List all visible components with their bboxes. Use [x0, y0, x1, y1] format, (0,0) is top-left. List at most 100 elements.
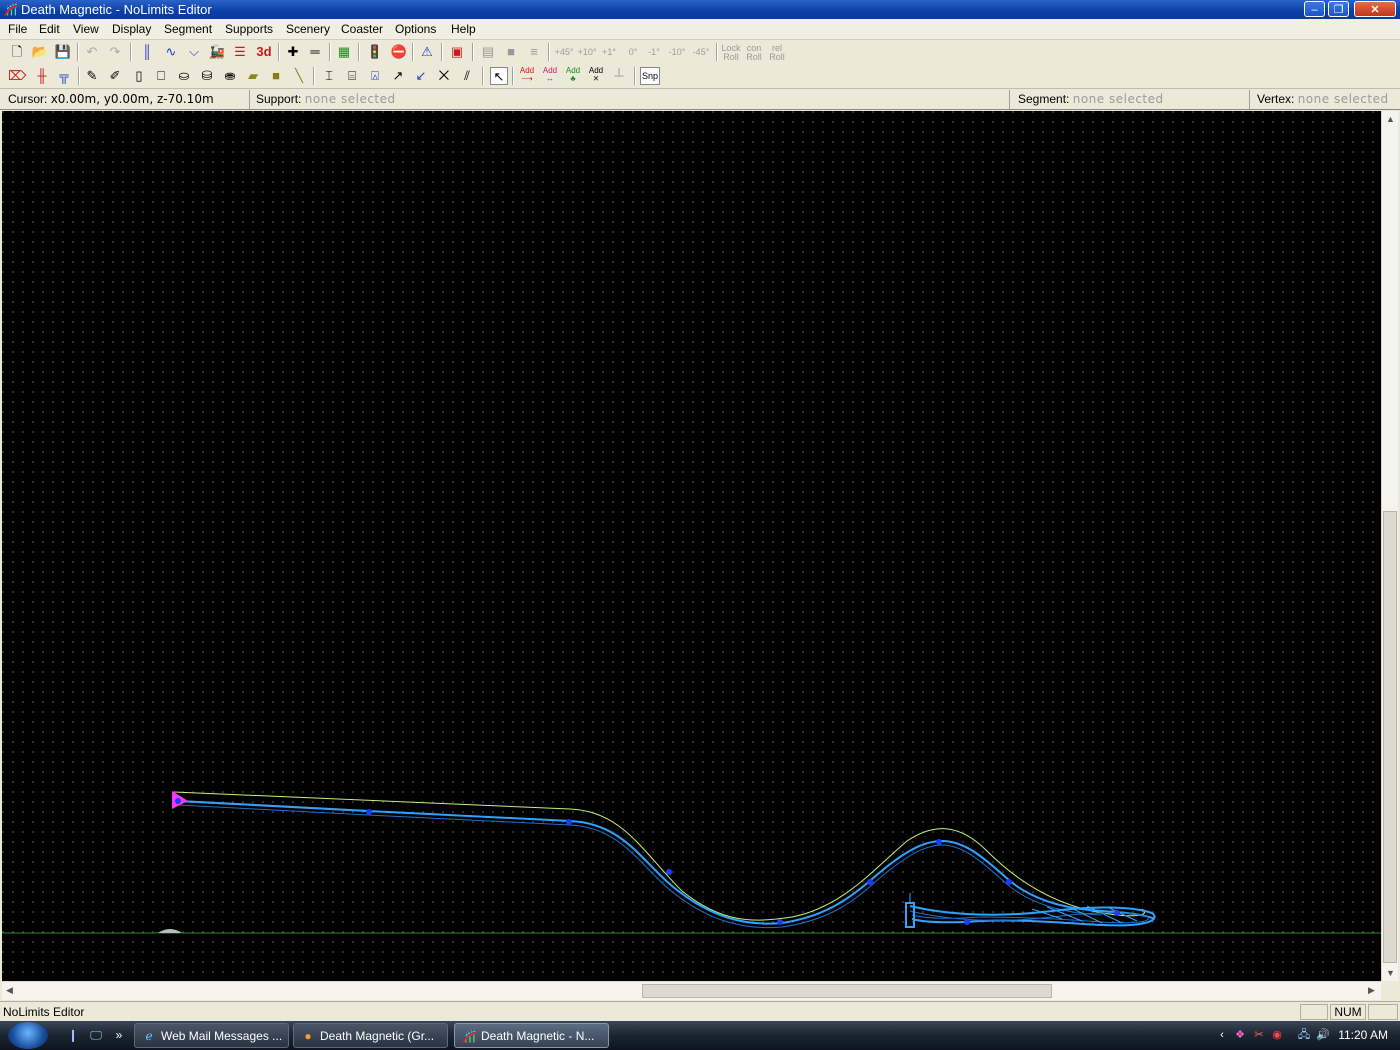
close-button[interactable]: ✕: [1354, 1, 1396, 17]
horizontal-scroll-thumb[interactable]: [642, 984, 1052, 998]
track-rail[interactable]: [177, 800, 1155, 925]
vertex-point[interactable]: [867, 879, 873, 885]
scroll-up-arrow-icon[interactable]: ▲: [1386, 115, 1395, 124]
angle-minus1-button[interactable]: -1°: [644, 48, 664, 57]
angle-minus45-button[interactable]: -45°: [690, 48, 712, 57]
network-icon[interactable]: 🖧: [1297, 1028, 1311, 1042]
train-icon[interactable]: 🚂: [208, 43, 226, 61]
tray-tool-icon[interactable]: ✂: [1252, 1028, 1266, 1042]
horizontal-line-icon[interactable]: ═: [306, 43, 324, 61]
angle-minus10-button[interactable]: -10°: [666, 48, 688, 57]
view-3d-button[interactable]: 3d: [254, 43, 274, 61]
vertex-point[interactable]: [1114, 910, 1120, 916]
vertex-point[interactable]: [1006, 879, 1012, 885]
quicklaunch-app-icon[interactable]: ❙: [64, 1026, 82, 1044]
station-icon[interactable]: ☰: [231, 43, 249, 61]
slab-icon[interactable]: ▰: [244, 67, 262, 85]
terrain-grid-icon[interactable]: ▦: [335, 43, 353, 61]
menu-help[interactable]: Help: [451, 22, 476, 36]
multi-pencil-icon[interactable]: ✐: [106, 67, 124, 85]
menu-options[interactable]: Options: [395, 22, 436, 36]
menu-edit[interactable]: Edit: [39, 22, 60, 36]
brace-icon[interactable]: ↙: [412, 67, 430, 85]
save-icon[interactable]: 💾: [54, 43, 72, 61]
con-roll-button[interactable]: con Roll: [743, 44, 765, 62]
tower-icon[interactable]: ⌸: [343, 67, 361, 85]
horizontal-scrollbar[interactable]: ◀ ▶: [2, 981, 1381, 1000]
maximize-button[interactable]: ❐: [1328, 1, 1349, 17]
vertical-scroll-thumb[interactable]: [1383, 511, 1397, 963]
add-support-button[interactable]: Add ⨯: [586, 67, 606, 86]
open-folder-icon[interactable]: 📂: [31, 43, 49, 61]
box-icon[interactable]: ■: [267, 67, 285, 85]
menu-scenery[interactable]: Scenery: [286, 22, 330, 36]
menu-file[interactable]: File: [8, 22, 27, 36]
tank-icon[interactable]: ⛂: [221, 67, 239, 85]
crossbeam-icon[interactable]: ↗: [389, 67, 407, 85]
crosshair-icon[interactable]: ✚: [284, 43, 302, 61]
menu-display[interactable]: Display: [112, 22, 151, 36]
frame-icon[interactable]: ⍓: [366, 67, 384, 85]
select-pointer-icon[interactable]: ↖: [490, 67, 508, 85]
vertex-point[interactable]: [777, 919, 783, 925]
tray-expand-icon[interactable]: ‹: [1215, 1028, 1229, 1042]
volume-icon[interactable]: 🔊: [1316, 1028, 1330, 1042]
add-segment-button[interactable]: Add ⟶: [517, 67, 537, 86]
tray-app-icon[interactable]: ❖: [1233, 1028, 1247, 1042]
taskbar-button-webmail[interactable]: ℯ Web Mail Messages ...: [134, 1023, 289, 1048]
vertex-point[interactable]: [666, 869, 672, 875]
join-segment-icon[interactable]: ╦: [55, 67, 73, 85]
lock-roll-button[interactable]: Lock Roll: [720, 44, 742, 62]
angle-plus45-button[interactable]: +45°: [553, 48, 575, 57]
split-segment-icon[interactable]: ╫: [33, 67, 51, 85]
warning-triangle-icon[interactable]: ⚠: [418, 43, 436, 61]
add-node-button[interactable]: Add ↔: [540, 67, 560, 86]
redo-icon[interactable]: ↷: [106, 43, 124, 61]
scroll-left-arrow-icon[interactable]: ◀: [6, 986, 13, 995]
tray-security-icon[interactable]: ◉: [1270, 1028, 1284, 1042]
menu-segment[interactable]: Segment: [164, 22, 212, 36]
beam-icon[interactable]: ╲: [290, 67, 308, 85]
traffic-light-icon[interactable]: 🚦: [366, 43, 384, 61]
undo-icon[interactable]: ↶: [83, 43, 101, 61]
taskbar-button-firefox[interactable]: ● Death Magnetic (Gr...: [293, 1023, 448, 1048]
cylinder-icon[interactable]: ⎕: [152, 67, 170, 85]
vertex-point[interactable]: [566, 819, 572, 825]
stop-sign-icon[interactable]: ⛔: [390, 43, 408, 61]
strut-icon[interactable]: ⨉: [435, 67, 453, 85]
add-tree-button[interactable]: Add ♣: [563, 67, 583, 86]
vertex-point[interactable]: [936, 839, 942, 845]
vertex-point[interactable]: [964, 919, 970, 925]
quicklaunch-more-icon[interactable]: »: [110, 1026, 128, 1044]
vertical-scrollbar[interactable]: ▲ ▼: [1381, 111, 1398, 981]
connector-icon[interactable]: ⫽: [458, 67, 476, 85]
taskbar-button-nolimits[interactable]: 🎢 Death Magnetic - N...: [454, 1023, 609, 1048]
snap-button[interactable]: Snp: [640, 67, 660, 85]
scroll-down-arrow-icon[interactable]: ▼: [1386, 969, 1395, 978]
table-icon[interactable]: ▤: [479, 43, 497, 61]
menu-coaster[interactable]: Coaster: [341, 22, 383, 36]
angle-plus1-button[interactable]: +1°: [599, 48, 619, 57]
start-button[interactable]: [8, 1022, 48, 1049]
footer-icon[interactable]: ⌶: [320, 67, 338, 85]
barrel-icon[interactable]: ⛁: [198, 67, 216, 85]
delete-segment-icon[interactable]: ⌦: [8, 67, 26, 85]
record-icon[interactable]: ▣: [448, 43, 466, 61]
track-wave-icon[interactable]: ∿: [162, 43, 180, 61]
angle-plus10-button[interactable]: +10°: [576, 48, 598, 57]
track-dip-icon[interactable]: ⌵: [185, 43, 203, 61]
vertex-point[interactable]: [366, 809, 372, 815]
scroll-right-arrow-icon[interactable]: ▶: [1368, 986, 1375, 995]
track-grid-icon[interactable]: ║: [138, 43, 156, 61]
menu-view[interactable]: View: [73, 22, 99, 36]
new-file-icon[interactable]: 🗋: [8, 43, 26, 61]
pencil-icon[interactable]: ✎: [83, 67, 101, 85]
vertex-point[interactable]: [175, 798, 181, 804]
ground-icon[interactable]: ┴: [610, 67, 628, 85]
editor-viewport[interactable]: [2, 111, 1381, 981]
block-icon[interactable]: ■: [502, 43, 520, 61]
rel-roll-button[interactable]: rel Roll: [766, 44, 788, 62]
minimize-button[interactable]: –: [1304, 1, 1325, 17]
support-pillar-icon[interactable]: ▯: [130, 67, 148, 85]
cylinder-wide-icon[interactable]: ⛀: [175, 67, 193, 85]
